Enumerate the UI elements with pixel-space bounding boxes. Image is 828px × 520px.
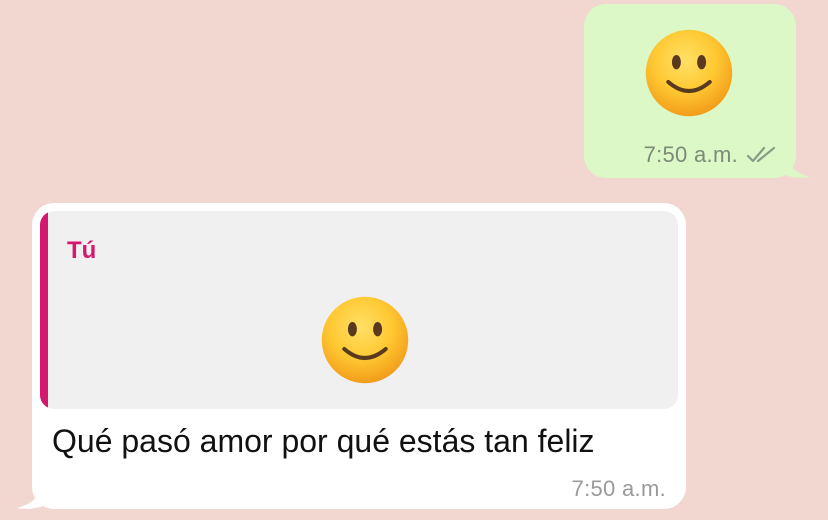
double-check-read-icon xyxy=(746,146,776,163)
bubble-tail-icon xyxy=(16,487,48,509)
bubble-tail-icon xyxy=(780,156,810,178)
message-text: Qué pasó amor por qué estás tan feliz xyxy=(52,423,595,459)
quote-accent-bar xyxy=(40,211,48,409)
message-time: 7:50 a.m. xyxy=(571,476,666,501)
message-meta: 7:50 a.m. xyxy=(644,142,778,168)
slightly-smiling-face-emoji xyxy=(321,296,409,384)
quoted-author: Tú xyxy=(67,237,97,264)
slightly-smiling-face-emoji xyxy=(645,29,733,117)
message-time: 7:50 a.m. xyxy=(643,142,738,167)
quoted-message[interactable]: Tú xyxy=(40,211,678,409)
incoming-message-bubble[interactable]: Tú Qué pasó amor por qué estás tan feliz… xyxy=(16,203,686,509)
outgoing-message-bubble[interactable]: 7:50 a.m. xyxy=(584,4,810,178)
